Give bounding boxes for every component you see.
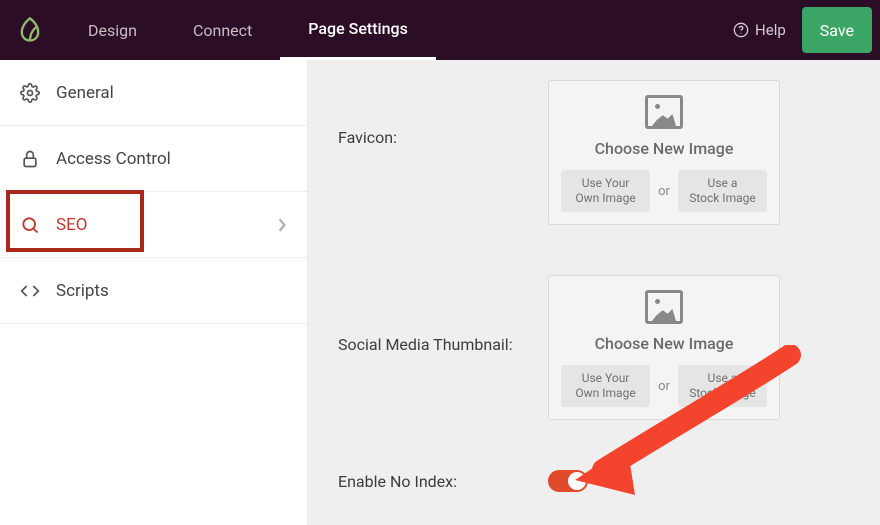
sidebar-item-scripts[interactable]: Scripts	[0, 258, 307, 324]
favicon-label: Favicon:	[338, 80, 548, 147]
gear-icon	[20, 83, 40, 103]
no-index-toggle[interactable]	[548, 470, 588, 492]
favicon-image-card: Choose New Image Use Your Own Image or U…	[548, 80, 780, 225]
sidebar-item-general[interactable]: General	[0, 60, 307, 126]
or-text: or	[658, 379, 670, 394]
tab-design[interactable]: Design	[60, 0, 165, 60]
chevron-right-icon	[277, 218, 287, 232]
no-index-field: Enable No Index:	[338, 470, 850, 492]
sidebar: General Access Control SEO Script	[0, 60, 308, 525]
app-logo	[0, 0, 60, 60]
use-own-image-button[interactable]: Use Your Own Image	[561, 365, 650, 407]
save-button[interactable]: Save	[802, 7, 872, 53]
tab-page-settings[interactable]: Page Settings	[280, 0, 436, 60]
search-icon	[20, 215, 40, 235]
nav-tabs: Design Connect Page Settings	[60, 0, 436, 60]
use-stock-image-button[interactable]: Use a Stock Image	[678, 170, 767, 212]
use-own-image-button[interactable]: Use Your Own Image	[561, 170, 650, 212]
help-button[interactable]: Help	[717, 21, 802, 39]
lock-icon	[20, 149, 40, 169]
body-area: General Access Control SEO Script	[0, 60, 880, 525]
image-placeholder-icon	[645, 290, 683, 324]
sidebar-item-label: Access Control	[56, 149, 171, 169]
sidebar-item-seo[interactable]: SEO	[0, 192, 307, 258]
or-text: or	[658, 184, 670, 199]
choose-image-text: Choose New Image	[595, 139, 734, 158]
no-index-label: Enable No Index:	[338, 472, 548, 491]
use-stock-image-button[interactable]: Use a Stock Image	[678, 365, 767, 407]
content-panel: Favicon: Choose New Image Use Your Own I…	[308, 60, 880, 525]
favicon-field: Favicon: Choose New Image Use Your Own I…	[338, 80, 850, 225]
image-placeholder-icon	[645, 95, 683, 129]
tab-connect[interactable]: Connect	[165, 0, 280, 60]
social-label: Social Media Thumbnail:	[338, 275, 548, 354]
sidebar-item-label: General	[56, 83, 114, 103]
help-icon	[733, 22, 749, 38]
code-icon	[20, 281, 40, 301]
social-image-card: Choose New Image Use Your Own Image or U…	[548, 275, 780, 420]
sidebar-item-access[interactable]: Access Control	[0, 126, 307, 192]
social-thumbnail-field: Social Media Thumbnail: Choose New Image…	[338, 275, 850, 420]
choose-image-text: Choose New Image	[595, 334, 734, 353]
help-label: Help	[755, 21, 786, 39]
sidebar-item-label: Scripts	[56, 281, 109, 301]
sidebar-item-label: SEO	[56, 215, 87, 235]
topbar: Design Connect Page Settings Help Save	[0, 0, 880, 60]
